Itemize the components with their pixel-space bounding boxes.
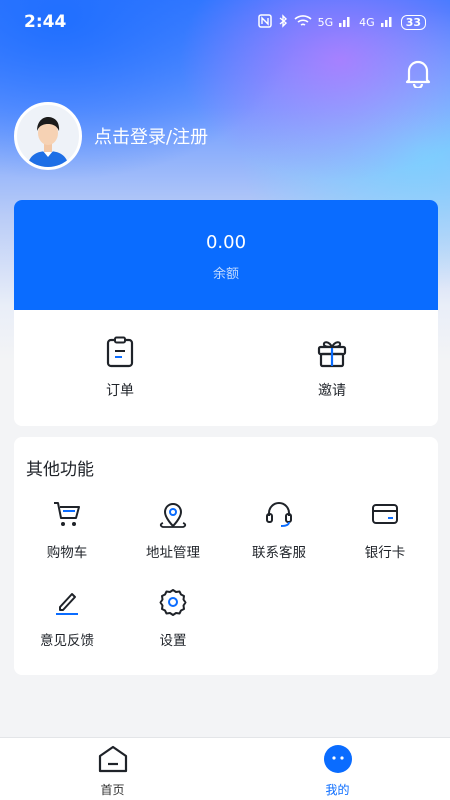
gift-icon — [316, 336, 348, 372]
customer-service-label: 联系客服 — [252, 545, 306, 561]
status-icons: 5G 4G 33 — [257, 13, 426, 31]
address-management-button[interactable]: 地址管理 — [120, 499, 226, 563]
battery-indicator: 33 — [400, 14, 426, 30]
invite-label: 邀请 — [318, 383, 346, 399]
tab-mine[interactable]: 我的 — [225, 738, 450, 800]
tab-home[interactable]: 首页 — [0, 738, 225, 800]
tab-home-label: 首页 — [100, 783, 125, 797]
cart-label: 购物车 — [46, 545, 88, 561]
headset-icon — [264, 499, 294, 533]
avatar[interactable] — [14, 102, 82, 170]
location-pin-icon — [158, 499, 188, 533]
bank-card-label: 银行卡 — [364, 545, 406, 561]
profile-face-icon — [322, 744, 354, 778]
wifi-icon — [294, 14, 312, 31]
bottom-tab-bar: 首页 我的 — [0, 737, 450, 800]
gear-icon — [158, 587, 188, 621]
login-area[interactable]: 点击登录/注册 — [14, 102, 208, 170]
other-features-title: 其他功能 — [26, 460, 94, 480]
wallet-card: 0.00 余额 订单 邀请 — [14, 200, 438, 426]
settings-button[interactable]: 设置 — [120, 587, 226, 651]
signal-4g-label: 4G — [359, 15, 375, 29]
settings-label: 设置 — [159, 633, 187, 649]
invite-button[interactable]: 邀请 — [226, 310, 438, 426]
balance-panel[interactable]: 0.00 余额 — [14, 200, 438, 310]
feedback-button[interactable]: 意见反馈 — [14, 587, 120, 651]
status-time: 2:44 — [24, 12, 67, 32]
other-features-card: 其他功能 购物车 地址管理 联系客服 银行卡 意见反馈 设置 — [14, 437, 438, 675]
card-icon — [370, 499, 400, 533]
status-bar: 2:44 5G 4G 33 — [0, 0, 450, 44]
home-icon — [97, 744, 129, 778]
clipboard-icon — [105, 336, 135, 372]
quick-actions: 订单 邀请 — [14, 310, 438, 426]
address-management-label: 地址管理 — [146, 545, 200, 561]
login-register-link[interactable]: 点击登录/注册 — [94, 123, 208, 149]
signal-bars-icon — [339, 15, 353, 30]
orders-label: 订单 — [106, 383, 134, 399]
bank-card-button[interactable]: 银行卡 — [332, 499, 438, 563]
customer-service-button[interactable]: 联系客服 — [226, 499, 332, 563]
cart-button[interactable]: 购物车 — [14, 499, 120, 563]
edit-icon — [52, 587, 82, 621]
tab-mine-label: 我的 — [325, 783, 350, 797]
balance-label: 余额 — [212, 267, 239, 282]
cart-icon — [52, 499, 82, 533]
feedback-label: 意见反馈 — [40, 633, 94, 649]
balance-value: 0.00 — [205, 232, 247, 253]
nfc-icon — [257, 13, 272, 31]
bluetooth-icon — [278, 13, 288, 31]
notification-bell-icon[interactable] — [404, 58, 432, 90]
signal-bars-icon — [380, 15, 395, 30]
features-grid: 购物车 地址管理 联系客服 银行卡 意见反馈 设置 — [14, 499, 438, 651]
signal-5g-label: 5G — [317, 15, 334, 29]
orders-button[interactable]: 订单 — [14, 310, 226, 426]
